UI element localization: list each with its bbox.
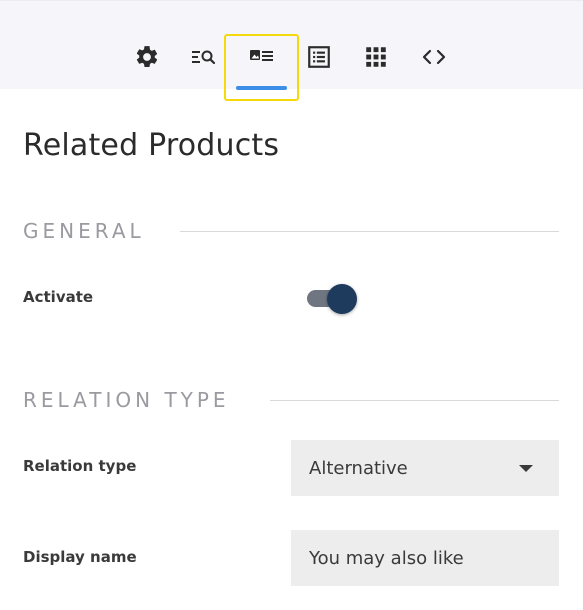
image-text-icon <box>249 50 273 61</box>
caret-down-icon <box>519 465 533 472</box>
section-heading-relation-type: RELATION TYPE <box>23 388 230 412</box>
relation-type-value: Alternative <box>309 457 408 479</box>
toggle-knob <box>327 284 357 314</box>
activate-toggle[interactable] <box>307 284 357 314</box>
list-icon <box>308 46 330 68</box>
display-name-label: Display name <box>23 548 137 566</box>
relation-type-label: Relation type <box>23 457 137 475</box>
section-heading-general: GENERAL <box>23 219 145 243</box>
relation-type-select[interactable]: Alternative <box>291 440 559 496</box>
active-tab-indicator <box>236 86 287 90</box>
tool-settings[interactable] <box>117 34 177 96</box>
editor-toolbar <box>0 0 583 101</box>
gear-icon <box>136 46 158 67</box>
grid-icon <box>366 47 386 67</box>
page-title: Related Products <box>23 128 280 163</box>
divider <box>180 231 559 232</box>
code-icon <box>422 49 446 65</box>
divider <box>270 400 559 401</box>
search-list-icon <box>192 50 216 65</box>
display-name-input[interactable]: You may also like <box>291 530 559 586</box>
tool-image-text[interactable] <box>224 34 299 101</box>
tool-grid[interactable] <box>346 34 406 96</box>
activate-label: Activate <box>23 288 94 306</box>
tool-code[interactable] <box>404 34 464 96</box>
display-name-placeholder: You may also like <box>309 547 464 569</box>
tool-list[interactable] <box>289 34 349 96</box>
